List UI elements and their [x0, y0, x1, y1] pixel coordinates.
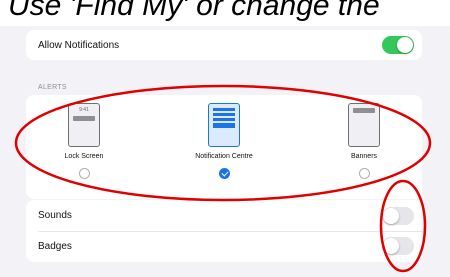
nc-line — [213, 108, 235, 111]
allow-notifications-row: Allow Notifications — [26, 30, 422, 60]
sounds-badges-panel: Sounds Badges — [26, 200, 422, 262]
allow-notifications-toggle[interactable] — [382, 36, 414, 54]
alerts-section-header: ALERTS — [38, 84, 67, 91]
lock-screen-preview-icon: 9:41 — [68, 103, 100, 147]
toggle-knob — [383, 238, 399, 254]
nc-line — [213, 123, 235, 128]
lock-screen-radio[interactable] — [78, 168, 90, 179]
alert-style-notification-centre[interactable]: Notification Centre — [189, 103, 259, 193]
toggle-knob — [397, 37, 413, 53]
allow-notifications-label: Allow Notifications — [38, 40, 120, 51]
alerts-panel: 9:41 Lock Screen Notification Centre Ban… — [26, 95, 422, 199]
banners-preview-icon — [348, 103, 380, 147]
notification-centre-radio[interactable] — [218, 168, 230, 179]
badges-label: Badges — [38, 241, 72, 252]
notification-centre-label: Notification Centre — [195, 153, 253, 160]
lock-screen-banner — [73, 116, 95, 121]
sounds-label: Sounds — [38, 210, 72, 221]
banners-label: Banners — [350, 153, 378, 160]
alert-style-banners[interactable]: Banners — [329, 103, 399, 193]
badges-toggle[interactable] — [382, 237, 414, 255]
nc-line — [213, 118, 235, 121]
toggle-knob — [383, 208, 399, 224]
row-divider — [38, 231, 422, 232]
notification-centre-preview-icon — [208, 103, 240, 147]
banners-radio[interactable] — [358, 168, 370, 179]
sounds-toggle[interactable] — [382, 207, 414, 225]
banners-banner — [353, 108, 375, 113]
lock-screen-label: Lock Screen — [64, 153, 104, 160]
nc-line — [213, 113, 235, 116]
lock-screen-time: 9:41 — [79, 107, 89, 113]
caption-text: Use 'Find My' or change the — [0, 0, 450, 26]
alert-style-lock-screen[interactable]: 9:41 Lock Screen — [49, 103, 119, 193]
